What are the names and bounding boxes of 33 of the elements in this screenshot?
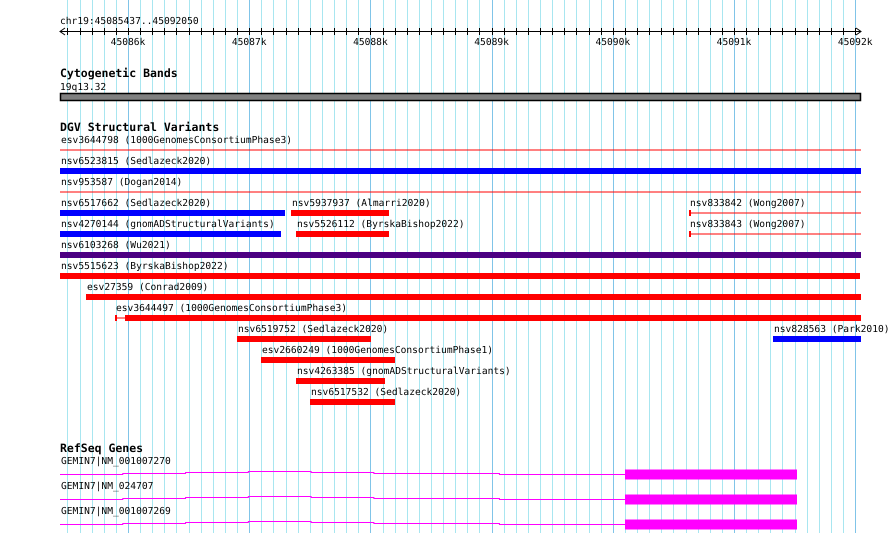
gene-label: GEMIN7|NM_001007269 — [61, 506, 171, 517]
tick-label: 45090k — [595, 37, 630, 48]
gene-label: GEMIN7|NM_024707 — [61, 481, 154, 492]
tick-label: 45092k — [838, 37, 873, 48]
tick-label: 45089k — [474, 37, 509, 48]
tick-label: 45087k — [232, 37, 267, 48]
variant-label: esv2660249 (1000GenomesConsortiumPhase1) — [262, 345, 494, 356]
variant-label: nsv953587 (Dogan2014) — [61, 177, 182, 188]
variant-label: nsv6517662 (Sedlazeck2020) — [61, 198, 212, 209]
gene-label: GEMIN7|NM_001007270 — [61, 456, 171, 467]
variant-label: nsv5526112 (ByrskaBishop2022) — [297, 219, 465, 230]
variant-label: nsv828563 (Park2010) — [774, 324, 890, 335]
variant-label: nsv833842 (Wong2007) — [690, 198, 806, 209]
variant-label: nsv6103268 (Wu2021) — [61, 240, 171, 251]
variant-label: nsv833843 (Wong2007) — [690, 219, 806, 230]
variant-label: nsv6519752 (Sedlazeck2020) — [238, 324, 388, 335]
tick-label: 45086k — [110, 37, 146, 48]
tick-label: 45091k — [716, 37, 752, 48]
variant-label: esv27359 (Conrad2009) — [87, 282, 208, 293]
variant-label: nsv5515623 (ByrskaBishop2022) — [61, 261, 229, 272]
variant-label: nsv6523815 (Sedlazeck2020) — [61, 156, 212, 167]
variant-label: nsv6517532 (Sedlazeck2020) — [311, 387, 462, 398]
tick-label: 45088k — [353, 37, 388, 48]
variant-label: nsv4263385 (gnomADStructuralVariants) — [297, 366, 511, 377]
variant-label: nsv4270144 (gnomADStructuralVariants) — [61, 219, 275, 230]
location-label: chr19:45085437..45092050 — [60, 16, 199, 27]
track-title: DGV Structural Variants — [60, 120, 220, 134]
variant-label: esv3644497 (1000GenomesConsortiumPhase3) — [116, 303, 348, 314]
cytoband-label: 19q13.32 — [60, 82, 106, 93]
track-title: Cytogenetic Bands — [60, 66, 178, 80]
variant-label: esv3644798 (1000GenomesConsortiumPhase3) — [61, 135, 292, 146]
track-title: RefSeq Genes — [60, 441, 144, 455]
variant-label: nsv5937937 (Almarri2020) — [292, 198, 431, 209]
